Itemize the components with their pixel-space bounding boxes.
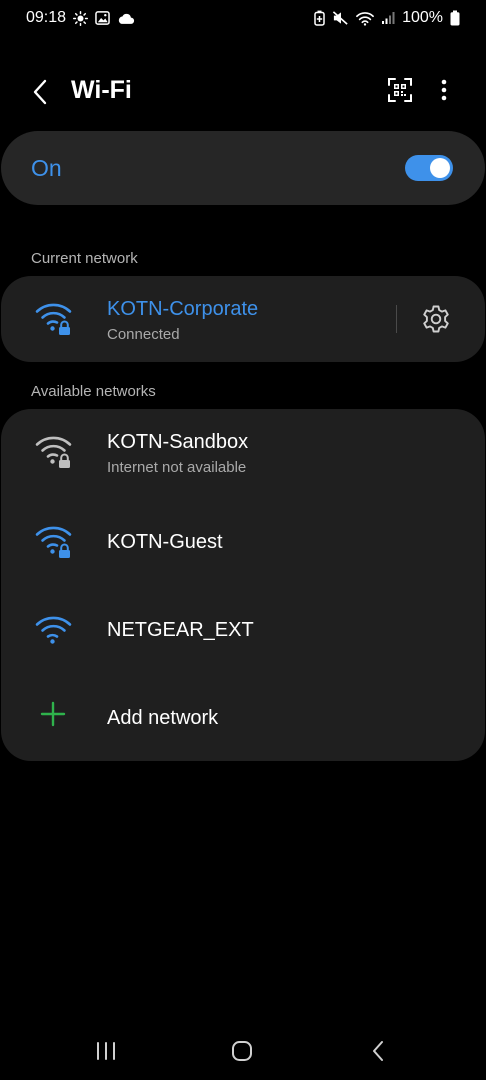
more-options-button[interactable] bbox=[432, 74, 456, 106]
available-networks-header: Available networks bbox=[31, 383, 156, 400]
switch-knob bbox=[430, 158, 450, 178]
gallery-icon bbox=[95, 11, 110, 25]
current-network-header: Current network bbox=[31, 250, 138, 267]
signal-icon bbox=[381, 11, 395, 25]
battery-percent: 100% bbox=[402, 9, 443, 26]
battery-icon bbox=[450, 10, 460, 26]
network-name: KOTN-Guest bbox=[107, 531, 223, 553]
network-row-kotn-sandbox[interactable]: KOTN-Sandbox Internet not available bbox=[1, 409, 485, 497]
wifi-icon bbox=[35, 616, 72, 644]
navigation-bar bbox=[0, 1020, 486, 1080]
wifi-secured-icon bbox=[35, 436, 72, 468]
add-network-row[interactable]: Add network bbox=[1, 673, 485, 761]
available-networks-card: KOTN-Sandbox Internet not available KOTN… bbox=[1, 409, 485, 761]
network-name: KOTN-Sandbox bbox=[107, 431, 249, 453]
wifi-toggle-label: On bbox=[31, 155, 62, 181]
recent-apps-icon bbox=[97, 1042, 115, 1060]
back-nav-button[interactable] bbox=[358, 1036, 398, 1066]
battery-saver-icon bbox=[314, 10, 325, 26]
network-row-kotn-guest[interactable]: KOTN-Guest bbox=[1, 497, 485, 585]
wifi-toggle-row[interactable]: On bbox=[1, 131, 485, 205]
network-settings-button[interactable] bbox=[419, 302, 453, 336]
divider bbox=[396, 305, 397, 333]
home-button[interactable] bbox=[222, 1036, 262, 1066]
status-bar: 09:18 100% bbox=[0, 0, 486, 36]
back-nav-icon bbox=[373, 1041, 383, 1061]
plus-icon bbox=[40, 701, 66, 727]
current-network-card: KOTN-Corporate Connected bbox=[1, 276, 485, 362]
wifi-secured-icon bbox=[35, 303, 72, 335]
recent-apps-button[interactable] bbox=[86, 1036, 126, 1066]
wifi-status-icon bbox=[356, 11, 374, 26]
network-name: NETGEAR_EXT bbox=[107, 619, 254, 641]
network-row-netgear-ext[interactable]: NETGEAR_EXT bbox=[1, 585, 485, 673]
current-network-status: Connected bbox=[107, 326, 180, 343]
mute-icon bbox=[332, 10, 349, 26]
cloud-icon bbox=[117, 12, 135, 25]
home-icon bbox=[232, 1041, 252, 1061]
qr-code-icon bbox=[388, 78, 412, 102]
current-network-name: KOTN-Corporate bbox=[107, 298, 259, 320]
back-button[interactable] bbox=[24, 74, 56, 110]
status-time: 09:18 bbox=[26, 9, 67, 26]
qr-scan-button[interactable] bbox=[384, 74, 416, 106]
more-vertical-icon bbox=[441, 79, 447, 101]
current-network-row[interactable]: KOTN-Corporate Connected bbox=[1, 276, 485, 362]
brightness-icon bbox=[73, 10, 89, 26]
page-title: Wi-Fi bbox=[71, 76, 132, 104]
back-arrow-icon bbox=[33, 79, 47, 105]
wifi-secured-icon bbox=[35, 526, 72, 558]
app-bar: Wi-Fi bbox=[0, 62, 486, 122]
gear-icon bbox=[423, 305, 449, 333]
wifi-switch[interactable] bbox=[405, 155, 453, 181]
add-network-label: Add network bbox=[107, 707, 219, 729]
network-status: Internet not available bbox=[107, 459, 247, 476]
